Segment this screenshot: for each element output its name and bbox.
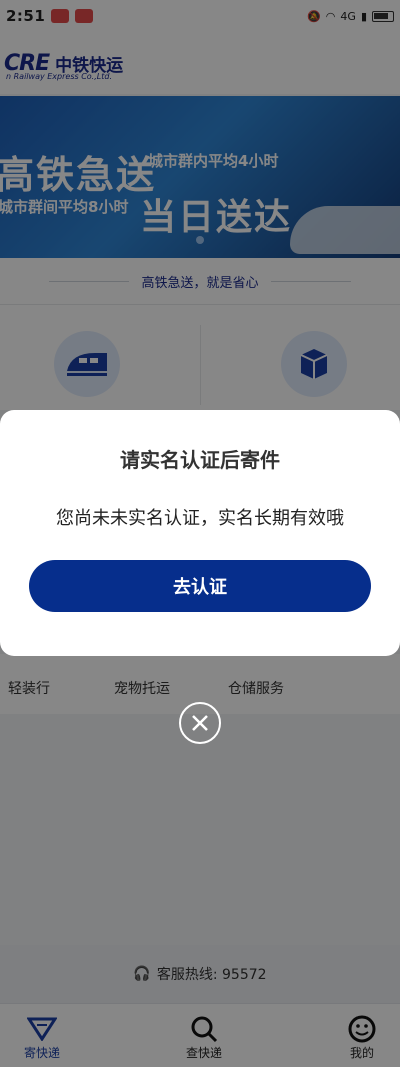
dialog-title: 请实名认证后寄件 [120,448,280,472]
verification-dialog: 请实名认证后寄件 您尚未未实名认证，实名长期有效哦 去认证 [0,410,400,656]
close-icon [192,715,208,731]
close-dialog-button[interactable] [179,702,221,744]
dialog-message: 您尚未未实名认证，实名长期有效哦 [56,508,344,529]
verify-button[interactable]: 去认证 [29,560,371,612]
